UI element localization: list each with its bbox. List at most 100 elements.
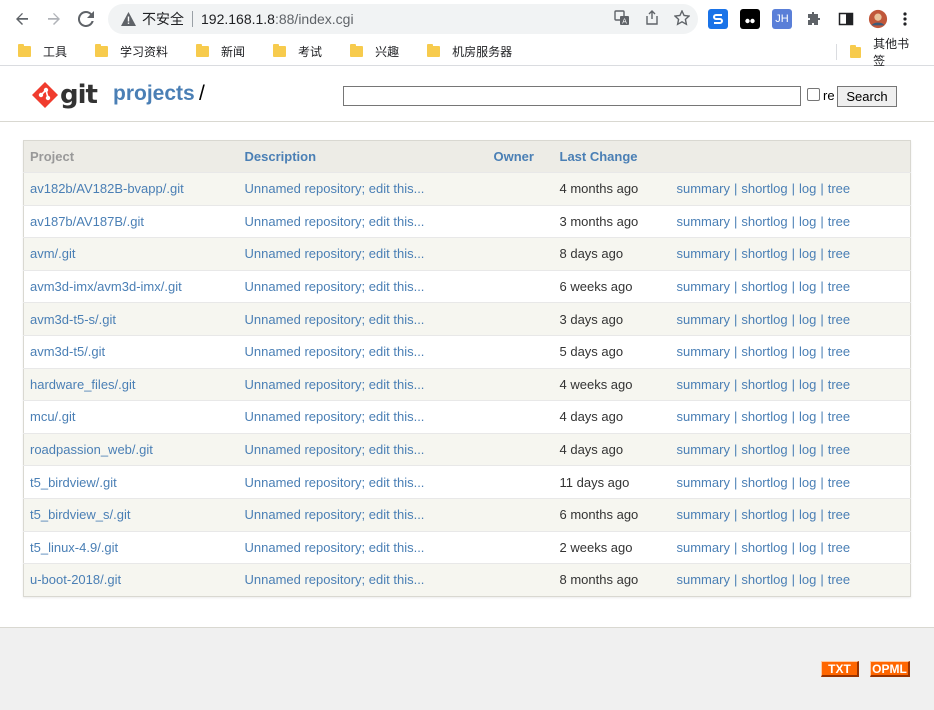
action-link-shortlog[interactable]: shortlog bbox=[741, 344, 787, 359]
column-header-project[interactable]: Project bbox=[23, 140, 239, 173]
project-link[interactable]: t5_birdview_s/.git bbox=[23, 497, 239, 532]
description-link[interactable]: Unnamed repository; edit this... bbox=[238, 269, 488, 303]
description-link[interactable]: Unnamed repository; edit this... bbox=[238, 432, 488, 466]
action-link-tree[interactable]: tree bbox=[828, 409, 850, 424]
bookmark-star-icon[interactable] bbox=[673, 8, 691, 29]
description-link[interactable]: Unnamed repository; edit this... bbox=[238, 302, 488, 336]
action-link-log[interactable]: log bbox=[799, 312, 816, 327]
side-panel-icon[interactable] bbox=[836, 9, 856, 29]
table-row[interactable]: t5_birdview_s/.git Unnamed repository; ed… bbox=[23, 497, 911, 532]
menu-kebab-icon[interactable] bbox=[900, 9, 910, 29]
action-link-tree[interactable]: tree bbox=[828, 246, 850, 261]
project-link[interactable]: t5_linux-4.9/.git bbox=[23, 530, 239, 564]
description-link[interactable]: Unnamed repository; edit this... bbox=[238, 204, 488, 238]
action-link-summary[interactable]: summary bbox=[677, 181, 730, 196]
action-link-summary[interactable]: summary bbox=[677, 475, 730, 490]
action-link-log[interactable]: log bbox=[799, 409, 816, 424]
action-link-log[interactable]: log bbox=[799, 246, 816, 261]
table-row[interactable]: t5_birdview/.git Unnamed repository; edit… bbox=[23, 465, 911, 499]
action-link-summary[interactable]: summary bbox=[677, 312, 730, 327]
table-row[interactable]: avm3d-t5/.git Unnamed repository; edit th… bbox=[23, 334, 911, 369]
bookmark-folder-interest[interactable]: 兴趣 bbox=[342, 40, 407, 64]
action-link-tree[interactable]: tree bbox=[828, 344, 850, 359]
project-link[interactable]: mcu/.git bbox=[23, 400, 239, 434]
action-link-log[interactable]: log bbox=[799, 344, 816, 359]
action-link-tree[interactable]: tree bbox=[828, 279, 850, 294]
action-link-summary[interactable]: summary bbox=[677, 409, 730, 424]
action-link-shortlog[interactable]: shortlog bbox=[741, 377, 787, 392]
url-text[interactable]: 192.168.1.8:88/index.cgi bbox=[201, 11, 354, 27]
security-label[interactable]: 不安全 bbox=[142, 9, 184, 29]
action-link-summary[interactable]: summary bbox=[677, 246, 730, 261]
table-row[interactable]: hardware_files/.git Unnamed repository; e… bbox=[23, 367, 911, 401]
description-link[interactable]: Unnamed repository; edit this... bbox=[238, 563, 488, 597]
bookmark-folder-news[interactable]: 新闻 bbox=[188, 40, 253, 64]
action-link-shortlog[interactable]: shortlog bbox=[741, 572, 787, 587]
projects-link[interactable]: projects bbox=[113, 82, 195, 106]
table-row[interactable]: avm3d-imx/avm3d-imx/.git Unnamed reposito… bbox=[23, 269, 911, 303]
description-link[interactable]: Unnamed repository; edit this... bbox=[238, 497, 488, 532]
bookmark-folder-other[interactable]: 其他书签 bbox=[842, 37, 922, 68]
action-link-tree[interactable]: tree bbox=[828, 312, 850, 327]
action-link-summary[interactable]: summary bbox=[677, 279, 730, 294]
action-link-tree[interactable]: tree bbox=[828, 214, 850, 229]
search-button[interactable]: Search bbox=[837, 86, 897, 107]
description-link[interactable]: Unnamed repository; edit this... bbox=[238, 334, 488, 369]
project-link[interactable]: roadpassion_web/.git bbox=[23, 432, 239, 466]
action-link-log[interactable]: log bbox=[799, 279, 816, 294]
action-link-shortlog[interactable]: shortlog bbox=[741, 214, 787, 229]
action-link-summary[interactable]: summary bbox=[677, 540, 730, 555]
back-icon[interactable] bbox=[6, 3, 38, 35]
action-link-log[interactable]: log bbox=[799, 181, 816, 196]
description-link[interactable]: Unnamed repository; edit this... bbox=[238, 367, 488, 401]
description-link[interactable]: Unnamed repository; edit this... bbox=[238, 465, 488, 499]
reload-icon[interactable] bbox=[70, 3, 102, 35]
project-link[interactable]: hardware_files/.git bbox=[23, 367, 239, 401]
bookmark-folder-exam[interactable]: 考试 bbox=[265, 40, 330, 64]
s-extension-icon[interactable] bbox=[708, 9, 728, 29]
action-link-tree[interactable]: tree bbox=[828, 377, 850, 392]
profile-avatar[interactable] bbox=[868, 9, 888, 29]
action-link-tree[interactable]: tree bbox=[828, 181, 850, 196]
column-header-description[interactable]: Description bbox=[238, 140, 488, 173]
action-link-log[interactable]: log bbox=[799, 214, 816, 229]
action-link-tree[interactable]: tree bbox=[828, 540, 850, 555]
warning-icon[interactable] bbox=[120, 11, 136, 27]
jh-extension-icon[interactable]: JH bbox=[772, 9, 792, 29]
extensions-puzzle-icon[interactable] bbox=[804, 9, 824, 29]
txt-feed-button[interactable]: TXT bbox=[821, 661, 859, 677]
column-header-owner[interactable]: Owner bbox=[487, 140, 554, 173]
action-link-log[interactable]: log bbox=[799, 507, 816, 522]
git-logo[interactable]: git bbox=[32, 80, 98, 110]
table-row[interactable]: avm3d-t5-s/.git Unnamed repository; edit … bbox=[23, 302, 911, 336]
action-link-summary[interactable]: summary bbox=[677, 214, 730, 229]
table-row[interactable]: av187b/AV187B/.git Unnamed repository; ed… bbox=[23, 204, 911, 238]
translate-icon[interactable]: A bbox=[614, 9, 630, 29]
project-link[interactable]: av182b/AV182B-bvapp/.git bbox=[23, 172, 239, 206]
action-link-shortlog[interactable]: shortlog bbox=[741, 246, 787, 261]
project-link[interactable]: t5_birdview/.git bbox=[23, 465, 239, 499]
project-link[interactable]: avm3d-imx/avm3d-imx/.git bbox=[23, 269, 239, 303]
description-link[interactable]: Unnamed repository; edit this... bbox=[238, 530, 488, 564]
opml-feed-button[interactable]: OPML bbox=[870, 661, 910, 677]
action-link-log[interactable]: log bbox=[799, 475, 816, 490]
forward-icon[interactable] bbox=[38, 3, 70, 35]
address-bar[interactable]: 不安全 192.168.1.8:88/index.cgi A bbox=[108, 4, 698, 34]
project-link[interactable]: av187b/AV187B/.git bbox=[23, 204, 239, 238]
project-link[interactable]: avm3d-t5-s/.git bbox=[23, 302, 239, 336]
action-link-shortlog[interactable]: shortlog bbox=[741, 312, 787, 327]
bookmark-folder-study[interactable]: 学习资料 bbox=[87, 40, 176, 64]
action-link-summary[interactable]: summary bbox=[677, 442, 730, 457]
column-header-last-change[interactable]: Last Change bbox=[553, 140, 671, 173]
action-link-summary[interactable]: summary bbox=[677, 572, 730, 587]
action-link-summary[interactable]: summary bbox=[677, 377, 730, 392]
action-link-tree[interactable]: tree bbox=[828, 475, 850, 490]
action-link-log[interactable]: log bbox=[799, 540, 816, 555]
search-input[interactable] bbox=[343, 86, 801, 106]
description-link[interactable]: Unnamed repository; edit this... bbox=[238, 172, 488, 206]
action-link-shortlog[interactable]: shortlog bbox=[741, 409, 787, 424]
action-link-shortlog[interactable]: shortlog bbox=[741, 475, 787, 490]
action-link-log[interactable]: log bbox=[799, 377, 816, 392]
project-link[interactable]: u-boot-2018/.git bbox=[23, 563, 239, 597]
action-link-tree[interactable]: tree bbox=[828, 572, 850, 587]
